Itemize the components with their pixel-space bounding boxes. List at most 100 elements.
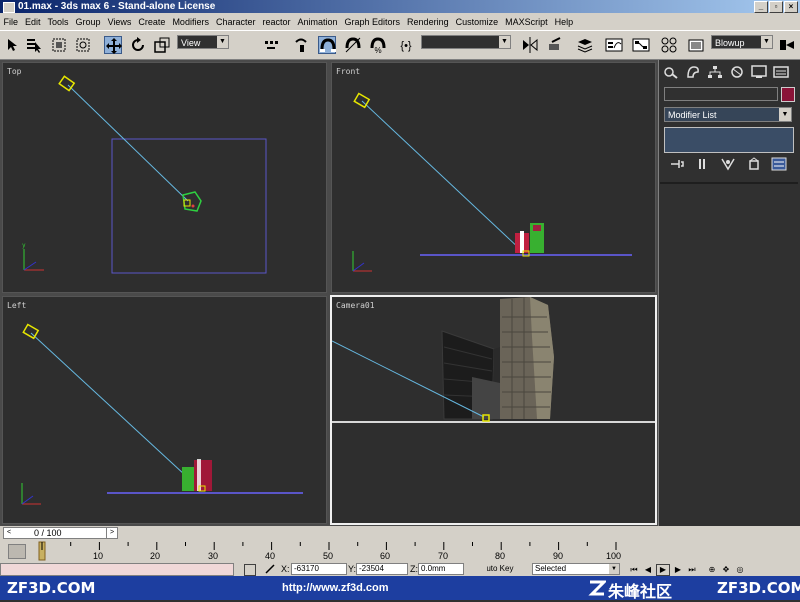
motion-tab-icon[interactable] (729, 65, 745, 79)
rotate-icon[interactable] (129, 36, 147, 54)
hierarchy-tab-icon[interactable] (707, 65, 723, 79)
open-mini-curve-editor-icon[interactable] (8, 544, 26, 559)
named-selection-dropdown[interactable]: ▼ (421, 35, 511, 49)
banner-community-name: 朱峰社区 (608, 584, 673, 601)
window-crossing-icon[interactable] (74, 36, 92, 54)
angle-snap-icon[interactable] (344, 36, 362, 54)
create-tab-icon[interactable] (663, 65, 679, 79)
minimize-button[interactable]: _ (754, 1, 768, 13)
viewport-camera[interactable]: Camera01 (330, 295, 657, 525)
menu-character[interactable]: Character (212, 17, 259, 27)
snap-toggle-icon[interactable] (318, 36, 336, 54)
absolute-mode-icon[interactable] (264, 563, 276, 575)
frame-ruler[interactable]: 10 20 30 40 50 60 70 80 90 100 (36, 540, 628, 562)
select-by-name-icon[interactable] (25, 36, 43, 54)
go-to-end-icon[interactable]: ⏭ (686, 565, 698, 575)
play-icon[interactable]: ▶ (656, 564, 670, 576)
menu-create[interactable]: Create (135, 17, 169, 27)
banner-right-text: ZF3D.COM (717, 579, 800, 597)
render-scene-icon[interactable] (687, 36, 705, 54)
menu-maxscript[interactable]: MAXScript (502, 17, 552, 27)
tick-label-70: 70 (438, 551, 449, 561)
pan-icon[interactable]: ✥ (720, 565, 732, 575)
percent-snap-icon[interactable]: % (369, 36, 387, 54)
spinner-snap-icon[interactable]: {•} (397, 36, 415, 54)
chevron-down-icon: ▼ (609, 564, 619, 574)
time-configuration-icon[interactable]: ⊕ (706, 565, 718, 575)
mirror-icon[interactable] (521, 36, 539, 54)
modifier-list-label: Modifier List (668, 110, 717, 120)
modifier-stack[interactable] (664, 127, 794, 153)
schematic-view-icon[interactable] (632, 36, 650, 54)
next-frame-icon[interactable]: ▶ (672, 565, 684, 575)
chevron-right-icon[interactable]: > (106, 528, 117, 538)
remove-modifier-icon[interactable] (746, 157, 762, 171)
viewport-area: Top y Front Left Camera01 (0, 60, 658, 526)
x-coordinate-label: X: (281, 564, 290, 574)
curve-editor-icon[interactable] (605, 36, 623, 54)
align-icon[interactable] (546, 36, 564, 54)
menu-graph-editors[interactable]: Graph Editors (341, 17, 404, 27)
tick-label-90: 90 (553, 551, 564, 561)
material-editor-icon[interactable] (660, 36, 678, 54)
chevron-left-icon[interactable]: < (4, 528, 14, 538)
trackbar[interactable]: 10 20 30 40 50 60 70 80 90 100 (0, 540, 800, 562)
chevron-down-icon: ▼ (761, 36, 772, 48)
menu-edit[interactable]: Edit (22, 17, 45, 27)
layer-manager-icon[interactable] (576, 36, 594, 54)
utilities-tab-icon[interactable] (773, 65, 789, 79)
menu-rendering[interactable]: Rendering (404, 17, 453, 27)
quick-render-icon[interactable] (778, 36, 796, 54)
camera-view-scene (332, 297, 655, 423)
close-button[interactable]: × (784, 1, 798, 13)
select-and-link-icon[interactable] (292, 36, 310, 54)
reference-coordinate-dropdown[interactable]: View ▼ (177, 35, 229, 49)
y-coordinate-field[interactable]: -23504 (356, 563, 408, 575)
show-end-result-icon[interactable] (694, 157, 710, 171)
pivot-center-icon[interactable] (262, 36, 280, 54)
menu-tools[interactable]: Tools (44, 17, 72, 27)
go-to-start-icon[interactable]: ⏮ (628, 565, 640, 575)
menu-modifiers[interactable]: Modifiers (169, 17, 213, 27)
region-select-icon[interactable] (50, 36, 68, 54)
render-type-dropdown[interactable]: Blowup ▼ (711, 35, 773, 49)
banner-url[interactable]: http://www.zf3d.com (282, 582, 389, 594)
y-coordinate-label: Y: (348, 564, 357, 574)
z-coordinate-field[interactable]: 0.0mm (418, 563, 464, 575)
menu-customize[interactable]: Customize (452, 17, 502, 27)
x-coordinate-field[interactable]: -63170 (291, 563, 347, 575)
viewport-top[interactable]: Top y (2, 62, 327, 293)
lock-selection-icon[interactable] (244, 564, 256, 576)
tick-label-40: 40 (265, 551, 276, 561)
maxscript-listener[interactable] (0, 563, 234, 576)
object-name-field[interactable] (664, 87, 778, 101)
configure-modifier-sets-icon[interactable] (771, 157, 787, 171)
move-icon[interactable] (104, 36, 122, 54)
menu-group[interactable]: Group (72, 17, 104, 27)
time-slider-row: < 0 / 100 > (0, 526, 800, 540)
modifier-list-dropdown[interactable]: Modifier List ▼ (664, 107, 792, 122)
modify-tab-icon[interactable] (685, 65, 701, 79)
display-tab-icon[interactable] (751, 65, 767, 79)
menu-help[interactable]: Help (551, 17, 577, 27)
select-icon[interactable] (3, 36, 21, 54)
make-unique-icon[interactable] (720, 157, 736, 171)
menu-views[interactable]: Views (104, 17, 135, 27)
pin-stack-icon[interactable] (669, 157, 685, 171)
auto-key-button[interactable]: Auto Key (487, 563, 531, 575)
chevron-down-icon: ▼ (217, 36, 228, 48)
scale-icon[interactable] (153, 36, 171, 54)
svg-text:{•}: {•} (400, 40, 412, 52)
time-slider[interactable]: < 0 / 100 > (3, 527, 118, 539)
previous-frame-icon[interactable]: ◀ (642, 565, 654, 575)
menu-animation[interactable]: Animation (294, 17, 341, 27)
tick-label-50: 50 (323, 551, 334, 561)
key-filter-dropdown[interactable]: Selected ▼ (532, 563, 620, 575)
object-color-swatch[interactable] (781, 87, 795, 102)
viewport-front[interactable]: Front (331, 62, 656, 293)
menu-file[interactable]: File (0, 17, 22, 27)
viewport-left[interactable]: Left (2, 296, 327, 524)
restore-button[interactable]: ▫ (769, 1, 783, 13)
orbit-icon[interactable]: ◎ (734, 565, 746, 575)
menu-reactor[interactable]: reactor (259, 17, 294, 27)
